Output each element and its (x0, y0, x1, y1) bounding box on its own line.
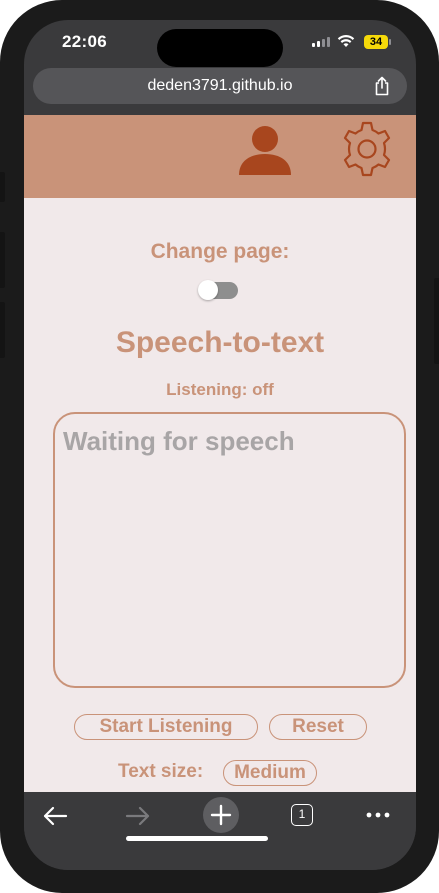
app-header (24, 115, 416, 198)
reset-button[interactable]: Reset (269, 714, 367, 740)
listening-status: Listening: off (166, 380, 274, 399)
tab-count-icon[interactable]: 1 (291, 804, 313, 826)
start-listening-button[interactable]: Start Listening (74, 714, 258, 740)
web-content: Change page: Speech-to-text Listening: o… (24, 115, 416, 792)
power-button (434, 278, 439, 364)
volume-down-button (0, 302, 5, 358)
speech-placeholder: Waiting for speech (63, 426, 295, 456)
change-page-label: Change page: (150, 240, 290, 263)
volume-up-button (0, 232, 5, 288)
text-size-button[interactable]: Medium (223, 760, 317, 786)
screen: 22:06 34 deden3791.github.io Change page… (24, 20, 416, 870)
arrow-left-icon[interactable] (42, 806, 68, 826)
text-size-label: Text size: (118, 761, 204, 782)
more-icon[interactable] (366, 811, 390, 819)
action-button (0, 172, 5, 202)
battery-icon: 34 (364, 35, 388, 49)
change-page-toggle[interactable] (198, 280, 238, 300)
cellular-signal-icon (312, 37, 330, 47)
url-text[interactable]: deden3791.github.io (33, 68, 407, 104)
plus-icon[interactable] (202, 796, 240, 834)
speech-output-box[interactable]: Waiting for speech (53, 412, 406, 688)
browser-toolbar: 1 (24, 792, 416, 870)
page-title: Speech-to-text (115, 326, 325, 359)
battery-nub (389, 39, 391, 45)
wifi-icon (337, 35, 355, 47)
phone-frame: 22:06 34 deden3791.github.io Change page… (0, 0, 439, 893)
user-icon[interactable] (236, 121, 294, 179)
status-bar: 22:06 34 (24, 20, 416, 67)
address-bar[interactable]: deden3791.github.io (33, 68, 407, 104)
dynamic-island (157, 29, 283, 67)
status-time: 22:06 (62, 32, 107, 51)
arrow-right-icon[interactable] (125, 806, 151, 826)
gear-icon[interactable] (336, 118, 398, 180)
toggle-knob[interactable] (198, 280, 218, 300)
home-indicator[interactable] (126, 836, 268, 841)
share-icon[interactable] (373, 76, 391, 96)
